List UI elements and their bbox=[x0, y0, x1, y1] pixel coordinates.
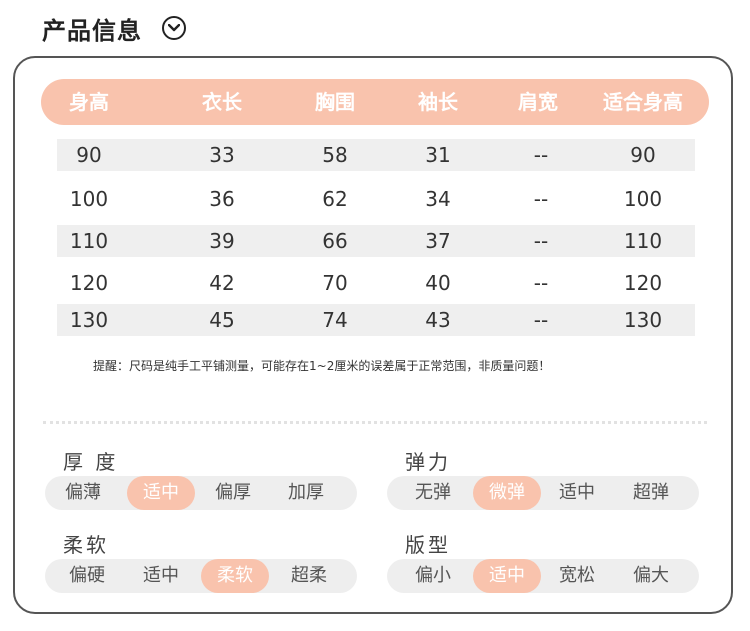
table-cell: 33 bbox=[209, 143, 235, 167]
section-header: 产品信息 bbox=[42, 10, 186, 46]
fit-label: 版型 bbox=[405, 533, 451, 557]
header-chest: 胸围 bbox=[315, 90, 355, 114]
thickness-option[interactable]: 偏厚 bbox=[199, 476, 267, 510]
header-shoulder: 肩宽 bbox=[518, 90, 558, 114]
table-row: 100 36 62 34 -- 100 bbox=[57, 183, 695, 215]
fit-option-selected[interactable]: 适中 bbox=[473, 559, 541, 593]
header-length: 衣长 bbox=[202, 90, 242, 114]
fit-option[interactable]: 宽松 bbox=[543, 559, 611, 593]
table-row: 90 33 58 31 -- 90 bbox=[57, 139, 695, 171]
softness-label: 柔软 bbox=[63, 533, 109, 557]
table-cell: 31 bbox=[425, 143, 451, 167]
table-cell: 45 bbox=[209, 308, 235, 332]
table-cell: -- bbox=[533, 143, 549, 167]
dotted-divider bbox=[43, 421, 707, 424]
softness-option[interactable]: 超柔 bbox=[275, 559, 343, 593]
elasticity-option-selected[interactable]: 微弹 bbox=[473, 476, 541, 510]
table-cell: 130 bbox=[623, 308, 663, 332]
table-cell: 34 bbox=[425, 187, 451, 211]
table-row: 110 39 66 37 -- 110 bbox=[57, 225, 695, 257]
table-cell: 37 bbox=[425, 229, 451, 253]
table-cell: 42 bbox=[209, 271, 235, 295]
table-cell: 58 bbox=[322, 143, 348, 167]
table-cell: 40 bbox=[425, 271, 451, 295]
softness-option-selected[interactable]: 柔软 bbox=[201, 559, 269, 593]
table-cell: 90 bbox=[76, 143, 102, 167]
table-row: 130 45 74 43 -- 130 bbox=[57, 304, 695, 336]
header-fit-height: 适合身高 bbox=[603, 90, 683, 114]
table-cell: 120 bbox=[623, 271, 663, 295]
table-row: 120 42 70 40 -- 120 bbox=[57, 267, 695, 299]
table-cell: 74 bbox=[322, 308, 348, 332]
table-cell: 130 bbox=[69, 308, 109, 332]
fit-selector: 偏小 适中 宽松 偏大 bbox=[387, 559, 699, 593]
table-cell: 39 bbox=[209, 229, 235, 253]
table-cell: 66 bbox=[322, 229, 348, 253]
table-cell: 100 bbox=[69, 187, 109, 211]
table-cell: 110 bbox=[69, 229, 109, 253]
thickness-selector: 偏薄 适中 偏厚 加厚 bbox=[45, 476, 357, 510]
table-cell: -- bbox=[533, 271, 549, 295]
table-cell: 36 bbox=[209, 187, 235, 211]
table-cell: -- bbox=[533, 308, 549, 332]
softness-option[interactable]: 偏硬 bbox=[53, 559, 121, 593]
thickness-option[interactable]: 加厚 bbox=[272, 476, 340, 510]
table-cell: 62 bbox=[322, 187, 348, 211]
table-cell: 100 bbox=[623, 187, 663, 211]
section-title: 产品信息 bbox=[42, 16, 142, 45]
fit-option[interactable]: 偏大 bbox=[617, 559, 685, 593]
thickness-label: 厚 度 bbox=[63, 450, 119, 474]
softness-option[interactable]: 适中 bbox=[127, 559, 195, 593]
elasticity-label: 弹力 bbox=[405, 450, 451, 474]
size-table-header: 身高 衣长 胸围 袖长 肩宽 适合身高 bbox=[41, 79, 709, 125]
measurement-note: 提醒：尺码是纯手工平铺测量，可能存在1~2厘米的误差属于正常范围，非质量问题！ bbox=[93, 359, 551, 373]
table-cell: 90 bbox=[630, 143, 656, 167]
table-cell: 120 bbox=[69, 271, 109, 295]
header-sleeve: 袖长 bbox=[418, 90, 458, 114]
size-info-card: 身高 衣长 胸围 袖长 肩宽 适合身高 90 33 58 31 -- 90 10… bbox=[13, 56, 733, 614]
header-height: 身高 bbox=[69, 90, 109, 114]
fit-option[interactable]: 偏小 bbox=[399, 559, 467, 593]
chevron-down-circle-icon[interactable] bbox=[162, 16, 186, 40]
elasticity-selector: 无弹 微弹 适中 超弹 bbox=[387, 476, 699, 510]
elasticity-option[interactable]: 无弹 bbox=[399, 476, 467, 510]
elasticity-option[interactable]: 适中 bbox=[543, 476, 611, 510]
table-cell: 43 bbox=[425, 308, 451, 332]
softness-selector: 偏硬 适中 柔软 超柔 bbox=[45, 559, 357, 593]
elasticity-option[interactable]: 超弹 bbox=[617, 476, 685, 510]
table-cell: 110 bbox=[623, 229, 663, 253]
thickness-option[interactable]: 偏薄 bbox=[49, 476, 117, 510]
table-cell: -- bbox=[533, 187, 549, 211]
thickness-option-selected[interactable]: 适中 bbox=[127, 476, 195, 510]
table-cell: -- bbox=[533, 229, 549, 253]
table-cell: 70 bbox=[322, 271, 348, 295]
